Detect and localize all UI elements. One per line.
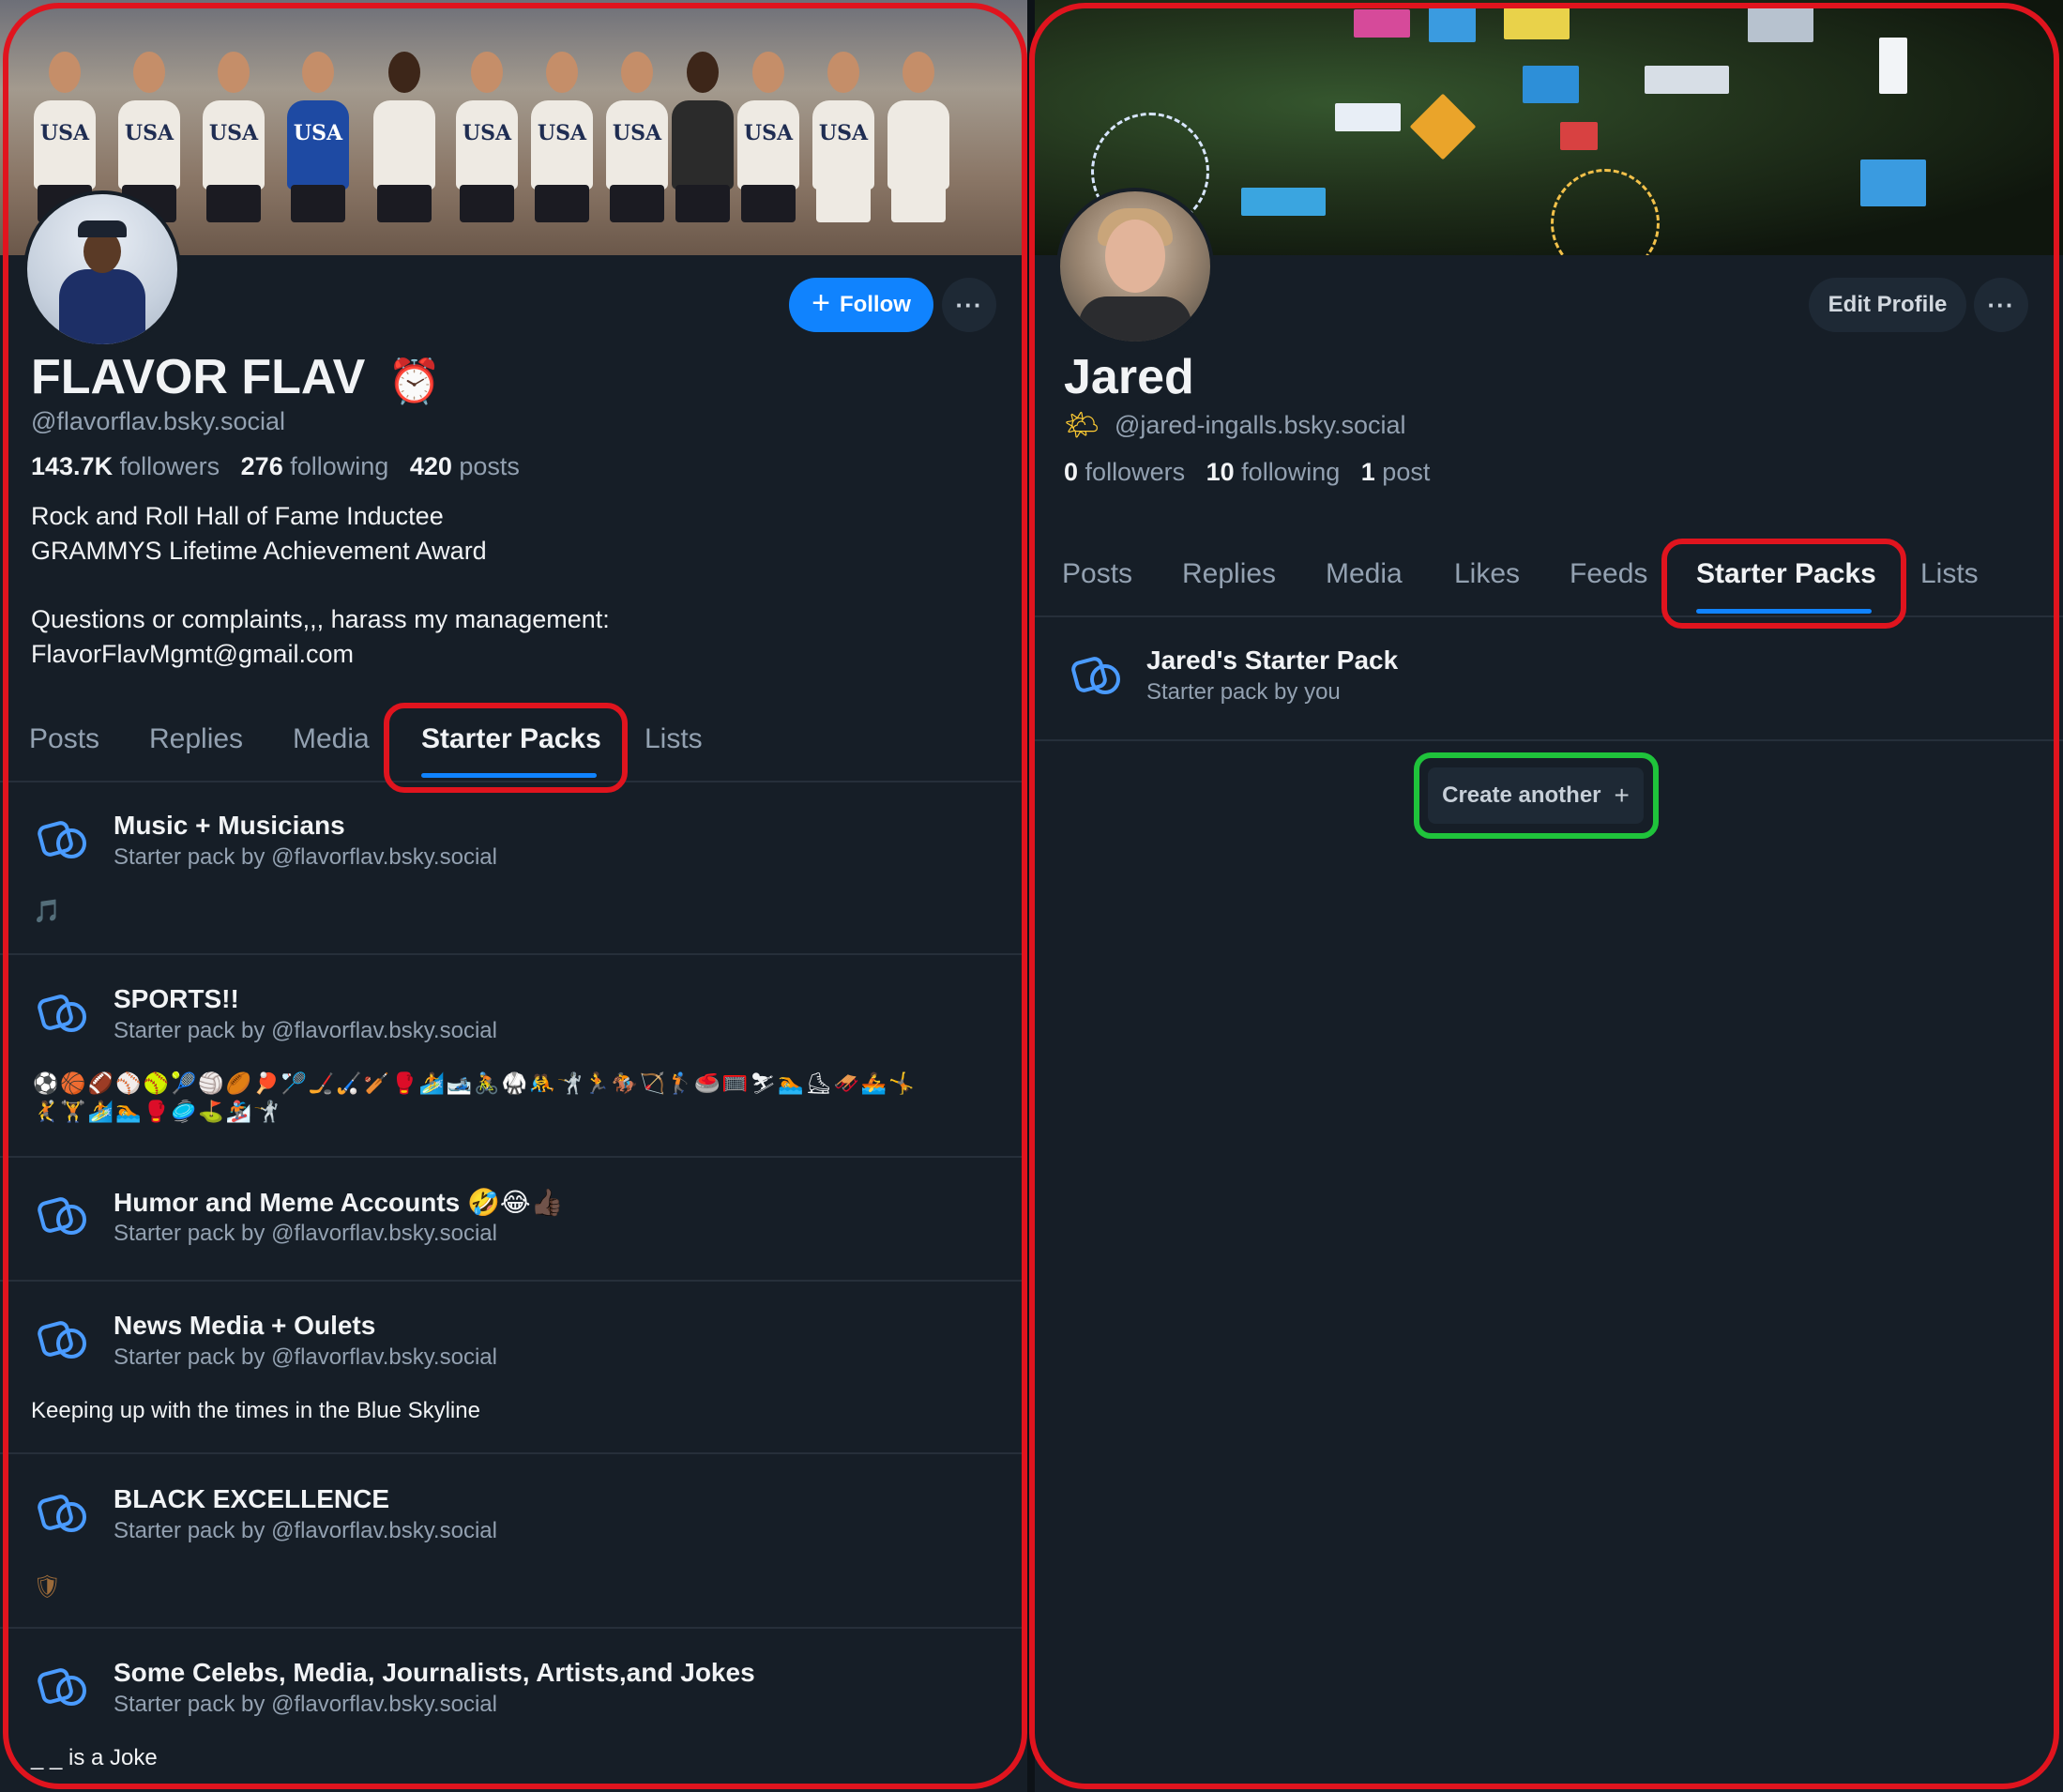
following-link[interactable]: 10 following [1206,458,1341,486]
following-link[interactable]: 276 following [241,452,389,480]
starter-pack-description: Keeping up with the times in the Blue Sk… [31,1398,480,1423]
starter-pack-subtitle: Starter pack by @flavorflav.bsky.social [114,1018,497,1043]
starter-pack-subtitle: Starter pack by @flavorflav.bsky.social [114,844,497,870]
edit-profile-button[interactable]: Edit Profile [1809,278,1966,332]
music-note-icon: 🎵 [33,899,61,924]
banner-person [368,35,441,255]
divider [0,1452,1027,1454]
sun-icon: 🌤 [1064,410,1100,441]
alarm-clock-icon: ⏰ [387,357,442,405]
ellipsis-icon: ··· [1987,290,2015,319]
tab-lists[interactable]: Lists [1920,558,1979,590]
tab-replies[interactable]: Replies [1182,558,1276,590]
sports-emoji-row: ⚽🏀🏈⚾🥎🎾🏐🏉🏓🏸🏒🏑🏏🥊🏄🎿🚴🥋🤼🤺🏃🏇🏹🏌🥌🥅⛷🏊⛸🛷🚣🤸 [33,1071,917,1095]
tab-posts[interactable]: Posts [29,723,99,755]
starter-pack-description: _ _ is a Joke [31,1745,158,1770]
plus-icon: + [812,285,830,321]
tab-lists[interactable]: Lists [645,723,703,755]
followers-link[interactable]: 0 followers [1064,458,1185,486]
starter-pack-icon [38,1495,86,1532]
tab-starter-packs[interactable]: Starter Packs [421,723,601,755]
starter-pack-title[interactable]: Humor and Meme Accounts 🤣😂👍🏿 [114,1187,563,1218]
banner-person: USA [197,35,270,255]
divider [0,1627,1027,1629]
tab-feeds[interactable]: Feeds [1570,558,1647,590]
starter-pack-subtitle: Starter pack by @flavorflav.bsky.social [114,1344,497,1370]
profile-stats: 0 followers 10 following 1 post [1064,458,1430,487]
profile-handle: @jared-ingalls.bsky.social [1115,411,1406,439]
sports-emoji-row: 🤾🏋🏄🏊🥊🥏⛳🏂🤺 [33,1100,281,1123]
divider [1035,615,2063,617]
panel-divider [1027,0,1035,1792]
avatar[interactable] [23,190,181,348]
starter-pack-icon [38,821,86,858]
posts-count: 1 post [1360,458,1431,486]
starter-pack-title[interactable]: SPORTS!! [114,984,239,1014]
more-options-button[interactable]: ··· [1974,278,2028,332]
follow-button[interactable]: + Follow [789,278,933,332]
starter-pack-title[interactable]: BLACK EXCELLENCE [114,1484,389,1514]
bio-line: Questions or complaints,,, harass my man… [31,605,610,633]
active-tab-indicator [421,773,597,778]
starter-pack-title[interactable]: Music + Musicians [114,811,345,841]
create-another-button[interactable]: Create another + [1428,767,1644,824]
profile-stats: 143.7K followers 276 following 420 posts [31,452,520,481]
tab-likes[interactable]: Likes [1454,558,1520,590]
followers-link[interactable]: 143.7K followers [31,452,220,480]
banner-person [882,35,955,255]
starter-pack-title[interactable]: News Media + Oulets [114,1311,375,1341]
create-another-label: Create another [1442,782,1601,808]
tab-replies[interactable]: Replies [149,723,243,755]
more-options-button[interactable]: ··· [942,278,996,332]
divider [0,1280,1027,1282]
display-name: Jared [1064,350,1194,404]
banner-person: USA [525,35,599,255]
tab-media[interactable]: Media [293,723,370,755]
tab-posts[interactable]: Posts [1062,558,1132,590]
follow-label: Follow [839,292,911,317]
starter-pack-icon [38,995,86,1032]
tab-starter-packs[interactable]: Starter Packs [1696,558,1876,590]
tab-media[interactable]: Media [1326,558,1403,590]
starter-pack-subtitle: Starter pack by @flavorflav.bsky.social [114,1518,497,1543]
posts-count: 420 posts [409,452,520,480]
starter-pack-subtitle: Starter pack by @flavorflav.bsky.social [114,1221,497,1246]
divider [0,781,1027,782]
active-tab-indicator [1696,609,1872,614]
banner-person: USA [281,35,355,255]
banner-person: USA [807,35,880,255]
shield-icon: 🛡 [33,1574,62,1600]
starter-pack-icon [1071,657,1120,694]
divider [1035,739,2063,741]
bio-email-link[interactable]: FlavorFlavMgmt@gmail.com [31,640,354,669]
starter-pack-subtitle: Starter pack by @flavorflav.bsky.social [114,1692,497,1717]
profile-handle: @flavorflav.bsky.social [31,407,285,435]
divider [0,953,1027,955]
divider [0,1156,1027,1158]
avatar[interactable] [1056,188,1214,345]
starter-pack-icon [38,1197,86,1235]
banner-person: USA [600,35,674,255]
starter-pack-title[interactable]: Jared's Starter Pack [1146,645,1398,676]
plus-icon: + [1614,781,1630,810]
starter-pack-title[interactable]: Some Celebs, Media, Journalists, Artists… [114,1658,755,1688]
display-name: FLAVOR FLAV [31,350,366,404]
ellipsis-icon: ··· [955,290,983,319]
bio-line: GRAMMYS Lifetime Achievement Award [31,537,487,565]
banner-person [666,35,739,255]
bio-line: Rock and Roll Hall of Fame Inductee [31,502,444,530]
starter-pack-subtitle: Starter pack by you [1146,679,1341,705]
starter-pack-icon [38,1668,86,1706]
banner-person: USA [732,35,805,255]
banner-person: USA [450,35,523,255]
starter-pack-icon [38,1321,86,1359]
